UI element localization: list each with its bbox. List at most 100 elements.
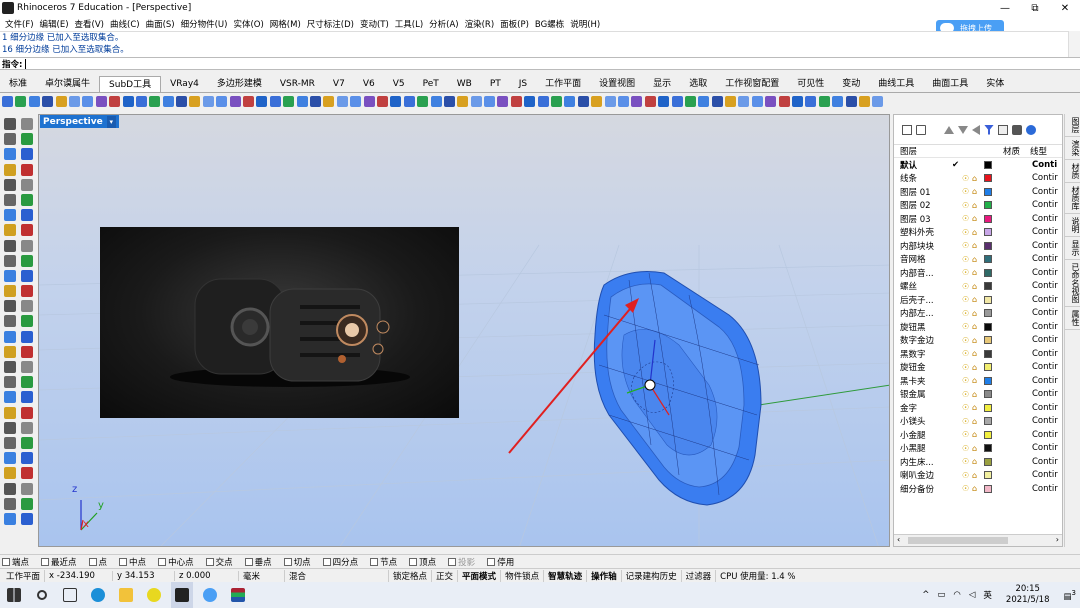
modeling-tool-icon[interactable] — [4, 269, 16, 282]
checkbox[interactable] — [41, 557, 50, 566]
osnap-toggle[interactable]: 端点 — [2, 556, 35, 568]
lock-icon[interactable]: ⌂ — [972, 322, 982, 331]
subd-tool-icon[interactable] — [229, 95, 241, 107]
filter-icon[interactable] — [984, 124, 994, 135]
layer-row[interactable]: 塑料外壳 ☉ ⌂ Contir — [894, 226, 1062, 240]
layer-color-swatch[interactable] — [984, 444, 992, 453]
layer-row[interactable]: 旋钮黑 ☉ ⌂ Contir — [894, 320, 1062, 334]
toolbar-tab[interactable]: 标准 — [0, 76, 36, 92]
toolbar-tab[interactable]: V6 — [354, 76, 384, 92]
subd-tool-icon[interactable] — [644, 95, 656, 107]
layer-color-swatch[interactable] — [984, 336, 992, 345]
toolbar-tab[interactable]: 工作平面 — [536, 76, 590, 92]
lock-icon[interactable]: ⌂ — [972, 295, 982, 304]
modeling-tool-icon[interactable] — [21, 497, 33, 510]
subd-tool-icon[interactable] — [376, 95, 388, 107]
subd-tool-icon[interactable] — [845, 95, 857, 107]
osnap-toggle[interactable]: 切点 — [283, 556, 317, 568]
modeling-tool-icon[interactable] — [4, 285, 16, 298]
subd-tool-icon[interactable] — [269, 95, 281, 107]
modeling-tool-icon[interactable] — [4, 436, 16, 449]
status-toggle[interactable]: 过滤器 — [682, 569, 717, 582]
subd-tool-icon[interactable] — [711, 95, 723, 107]
explorer-app[interactable] — [115, 582, 137, 608]
menu-item[interactable]: 变动(T) — [357, 18, 392, 30]
modeling-tool-icon[interactable] — [21, 452, 33, 465]
minimize-button[interactable]: — — [990, 0, 1020, 16]
modeling-tool-icon[interactable] — [21, 133, 33, 146]
visibility-bulb-icon[interactable]: ☉ — [962, 241, 972, 250]
edge-app[interactable] — [87, 582, 109, 608]
menu-item[interactable]: 面板(P) — [497, 18, 532, 30]
lock-icon[interactable]: ⌂ — [972, 336, 982, 345]
toolbar-tab[interactable]: 多边形建模 — [208, 76, 271, 92]
visibility-bulb-icon[interactable]: ☉ — [962, 214, 972, 223]
layer-color-swatch[interactable] — [984, 241, 992, 250]
units-label[interactable]: 毫米 — [239, 569, 286, 582]
side-tab[interactable]: 材质 — [1065, 160, 1080, 183]
visibility-bulb-icon[interactable]: ☉ — [962, 417, 972, 426]
current-layer[interactable]: 混合 — [285, 569, 390, 582]
chevron-up-icon[interactable]: ^ — [922, 590, 929, 600]
modeling-tool-icon[interactable] — [21, 148, 33, 161]
subd-tool-icon[interactable] — [497, 95, 509, 107]
toolbar-tab[interactable]: V5 — [384, 76, 414, 92]
subd-tool-icon[interactable] — [658, 95, 670, 107]
layer-color-swatch[interactable] — [984, 282, 992, 291]
layer-tools-icon[interactable] — [998, 124, 1008, 135]
modeling-tool-icon[interactable] — [4, 376, 16, 389]
checkbox[interactable] — [244, 557, 253, 566]
side-tab[interactable]: 说明 — [1065, 214, 1080, 237]
subd-tool-icon[interactable] — [95, 95, 107, 107]
toolbar-tab[interactable]: PT — [481, 76, 510, 92]
menu-item[interactable]: 文件(F) — [2, 18, 37, 30]
modeling-tool-icon[interactable] — [4, 512, 16, 525]
menu-item[interactable]: 尺寸标注(D) — [304, 18, 357, 30]
layer-row[interactable]: 内部块块 ☉ ⌂ Contir — [894, 239, 1062, 253]
modeling-tool-icon[interactable] — [21, 224, 33, 237]
subd-tool-icon[interactable] — [68, 95, 80, 107]
subd-tool-icon[interactable] — [28, 95, 40, 107]
menu-item[interactable]: 网格(M) — [267, 18, 304, 30]
modeling-tool-icon[interactable] — [4, 330, 16, 343]
subd-tool-icon[interactable] — [443, 95, 455, 107]
subd-tool-icon[interactable] — [403, 95, 415, 107]
modeling-tool-icon[interactable] — [4, 163, 16, 176]
layer-row[interactable]: 旋钮金 ☉ ⌂ Contir — [894, 361, 1062, 375]
cplane-label[interactable]: 工作平面 — [2, 569, 46, 582]
subd-tool-icon[interactable] — [109, 95, 121, 107]
modeling-tool-icon[interactable] — [4, 467, 16, 480]
gumball-center[interactable] — [644, 379, 656, 391]
modeling-tool-icon[interactable] — [21, 482, 33, 495]
menu-item[interactable]: 说明(H) — [567, 18, 603, 30]
layer-row[interactable]: 音网格 ☉ ⌂ Contir — [894, 253, 1062, 267]
layer-color-swatch[interactable] — [984, 403, 992, 412]
volume-icon[interactable]: ◁ — [969, 590, 976, 600]
layer-color-swatch[interactable] — [984, 376, 992, 385]
subd-tool-icon[interactable] — [671, 95, 683, 107]
modeling-tool-icon[interactable] — [4, 345, 16, 358]
toolbar-tab[interactable]: VSR-MR — [271, 76, 324, 92]
subd-tool-icon[interactable] — [243, 95, 255, 107]
delete-layer-icon[interactable] — [930, 125, 940, 135]
subd-tool-icon[interactable] — [818, 95, 830, 107]
modeling-tool-icon[interactable] — [21, 118, 33, 130]
subd-tool-icon[interactable] — [323, 95, 335, 107]
modeling-tool-icon[interactable] — [4, 482, 16, 495]
subd-tool-icon[interactable] — [484, 95, 496, 107]
layer-color-swatch[interactable] — [984, 255, 992, 264]
layer-row[interactable]: 小金腿 ☉ ⌂ Contir — [894, 428, 1062, 442]
modeling-tool-icon[interactable] — [4, 178, 16, 191]
checkbox[interactable] — [119, 557, 128, 566]
subd-tool-icon[interactable] — [202, 95, 214, 107]
layer-color-swatch[interactable] — [984, 309, 992, 318]
subd-tool-icon[interactable] — [135, 95, 147, 107]
layer-row[interactable]: 黑数字 ☉ ⌂ Contir — [894, 347, 1062, 361]
new-layer-icon[interactable] — [902, 124, 912, 135]
winrar-app[interactable] — [227, 582, 249, 608]
layer-color-swatch[interactable] — [984, 430, 992, 439]
history-scrollbar[interactable] — [1068, 31, 1080, 57]
layer-color-swatch[interactable] — [984, 484, 992, 493]
battery-icon[interactable]: ▭ — [937, 590, 945, 600]
modeling-tool-icon[interactable] — [21, 512, 33, 525]
